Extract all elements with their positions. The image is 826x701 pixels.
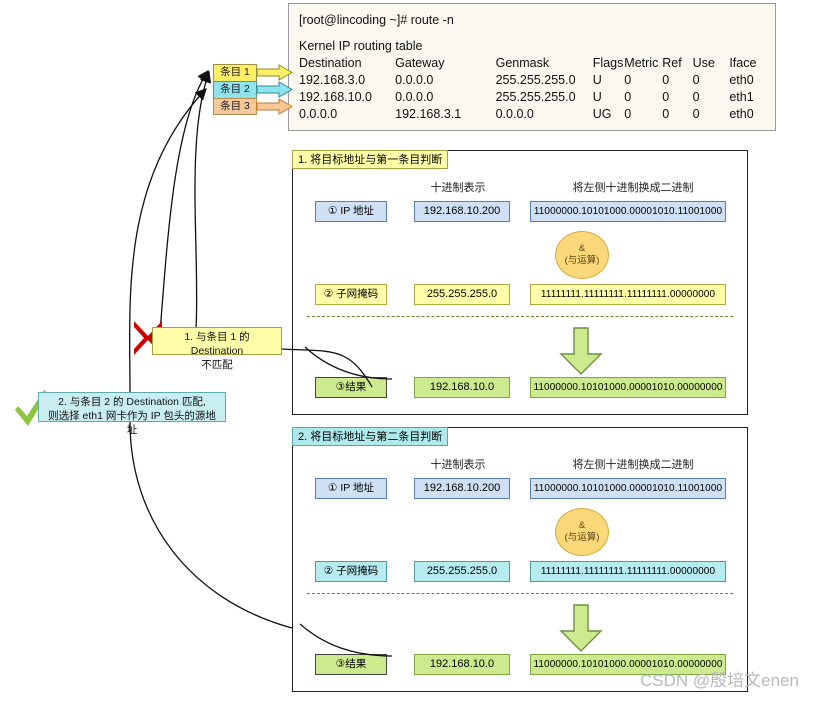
panel2-down-arrow-icon (559, 604, 603, 652)
panel1-mask-decimal: 255.255.255.0 (414, 284, 510, 305)
route-table: Destination Gateway Genmask Flags Metric… (299, 55, 765, 123)
entry-chip-2[interactable]: 条目 2 (213, 81, 257, 98)
panel2-divider (307, 593, 733, 594)
panel1-ip-row: ① IP 地址 192.168.10.200 11000000.10101000… (293, 201, 747, 223)
entry-chip-1[interactable]: 条目 1 (213, 64, 257, 81)
cell-gateway: 0.0.0.0 (395, 73, 434, 87)
entry-arrow-1-icon (256, 64, 294, 81)
panel1-ip-label: ① IP 地址 (315, 201, 387, 222)
cell-gateway: 0.0.0.0 (395, 90, 434, 104)
panel2-col-header-binary: 将左侧十进制换成二进制 (572, 459, 694, 471)
panel1-divider (307, 316, 733, 317)
panel1-col-header-binary: 将左侧十进制换成二进制 (572, 182, 694, 194)
panel1-mask-binary: 11111111.11111111.11111111.00000000 (530, 284, 726, 305)
panel1-and-symbol: & (578, 243, 586, 254)
panel2-mask-row: ② 子网掩码 255.255.255.0 11111111.11111111.1… (293, 561, 747, 583)
panel1-and-caption: (与运算) (564, 255, 600, 266)
cell-metric: 0 (624, 90, 632, 104)
entry-chip-3[interactable]: 条目 3 (213, 98, 257, 115)
panel-first-entry-check: 1. 将目标地址与第一条目判断 十进制表示 将左侧十进制换成二进制 ① IP 地… (292, 150, 748, 415)
panel2-ip-decimal: 192.168.10.200 (414, 478, 510, 499)
panel2-mask-label: ② 子网掩码 (315, 561, 387, 582)
cell-metric: 0 (624, 107, 632, 121)
panel1-title: 1. 将目标地址与第一条目判断 (292, 150, 449, 169)
cell-gateway: 192.168.3.1 (395, 107, 462, 121)
table-row: 192.168.3.0 0.0.0.0 255.255.255.0 U 0 0 … (299, 72, 765, 89)
panel2-and-symbol: & (578, 520, 586, 531)
cell-iface: eth0 (729, 73, 754, 87)
cell-flags: UG (592, 107, 612, 121)
header-iface: Iface (729, 56, 757, 70)
entry-arrow-2-icon (256, 81, 294, 98)
cell-genmask: 255.255.255.0 (495, 73, 576, 87)
cell-flags: U (592, 90, 602, 104)
callout-match: 2. 与条目 2 的 Destination 匹配, 则选择 eth1 网卡作为… (38, 392, 226, 436)
header-genmask: Genmask (495, 56, 550, 70)
panel-second-entry-check: 2. 将目标地址与第二条目判断 十进制表示 将左侧十进制换成二进制 ① IP 地… (292, 427, 748, 692)
header-flags: Flags (592, 56, 624, 70)
panel2-ip-row: ① IP 地址 192.168.10.200 11000000.10101000… (293, 478, 747, 500)
panel2-and-caption: (与运算) (564, 532, 600, 543)
header-destination: Destination (299, 56, 362, 70)
cell-flags: U (592, 73, 602, 87)
terminal-window: [root@lincoding ~]# route -n Kernel IP r… (288, 3, 776, 131)
table-row: 192.168.10.0 0.0.0.0 255.255.255.0 U 0 0… (299, 89, 765, 106)
terminal-prompt-line: [root@lincoding ~]# route -n (299, 13, 454, 27)
panel2-col-header-decimal: 十进制表示 (430, 459, 486, 471)
cell-ref: 0 (662, 107, 670, 121)
cell-ref: 0 (662, 90, 670, 104)
cell-genmask: 0.0.0.0 (495, 107, 534, 121)
cell-metric: 0 (624, 73, 632, 87)
header-ref: Ref (662, 56, 682, 70)
panel2-result-decimal: 192.168.10.0 (414, 654, 510, 675)
cell-use: 0 (692, 107, 700, 121)
header-use: Use (692, 56, 715, 70)
cell-iface: eth0 (729, 107, 754, 121)
panel2-ip-label: ① IP 地址 (315, 478, 387, 499)
panel1-ip-decimal: 192.168.10.200 (414, 201, 510, 222)
table-row: 0.0.0.0 192.168.3.1 0.0.0.0 UG 0 0 0 eth… (299, 106, 765, 123)
callout-match-line2: 则选择 eth1 网卡作为 IP 包头的源地址 (48, 410, 216, 436)
header-metric: Metric (624, 56, 659, 70)
watermark: CSDN @殷培文enen (640, 671, 799, 690)
panel1-mask-label: ② 子网掩码 (315, 284, 387, 305)
callout-mismatch-line1: 1. 与条目 1 的 Destination (184, 331, 250, 357)
panel1-down-arrow-icon (559, 327, 603, 375)
panel2-ip-binary: 11000000.10101000.00001010.11001000 (530, 478, 726, 499)
route-table-header-row: Destination Gateway Genmask Flags Metric… (299, 55, 765, 72)
panel1-result-label: ③结果 (315, 377, 387, 398)
cell-use: 0 (692, 73, 700, 87)
panel2-mask-decimal: 255.255.255.0 (414, 561, 510, 582)
cell-destination: 0.0.0.0 (299, 107, 338, 121)
panel2-title: 2. 将目标地址与第二条目判断 (292, 427, 449, 446)
cell-use: 0 (692, 90, 700, 104)
cell-iface: eth1 (729, 90, 754, 104)
panel1-ip-binary: 11000000.10101000.00001010.11001000 (530, 201, 726, 222)
panel1-and-operator: & (与运算) (555, 231, 609, 279)
panel1-result-row: ③结果 192.168.10.0 11000000.10101000.00001… (293, 377, 747, 399)
cell-destination: 192.168.3.0 (299, 73, 366, 87)
panel2-result-label: ③结果 (315, 654, 387, 675)
panel1-col-header-decimal: 十进制表示 (430, 182, 486, 194)
entry-chip-group: 条目 1 条目 2 条目 3 (213, 64, 257, 115)
panel1-result-binary: 11000000.10101000.00001010.00000000 (530, 377, 726, 398)
panel1-result-decimal: 192.168.10.0 (414, 377, 510, 398)
panel2-and-operator: & (与运算) (555, 508, 609, 556)
panel1-mask-row: ② 子网掩码 255.255.255.0 11111111.11111111.1… (293, 284, 747, 306)
entry-arrow-3-icon (256, 98, 294, 115)
panel2-mask-binary: 11111111.11111111.11111111.00000000 (530, 561, 726, 582)
terminal-table-caption: Kernel IP routing table (299, 39, 423, 53)
cell-genmask: 255.255.255.0 (495, 90, 576, 104)
callout-mismatch: 1. 与条目 1 的 Destination 不匹配 (152, 327, 282, 371)
cell-destination: 192.168.10.0 (299, 90, 372, 104)
cell-ref: 0 (662, 73, 670, 87)
callout-mismatch-line2: 不匹配 (201, 359, 233, 371)
header-gateway: Gateway (395, 56, 445, 70)
callout-match-line1: 2. 与条目 2 的 Destination 匹配, (58, 396, 206, 408)
